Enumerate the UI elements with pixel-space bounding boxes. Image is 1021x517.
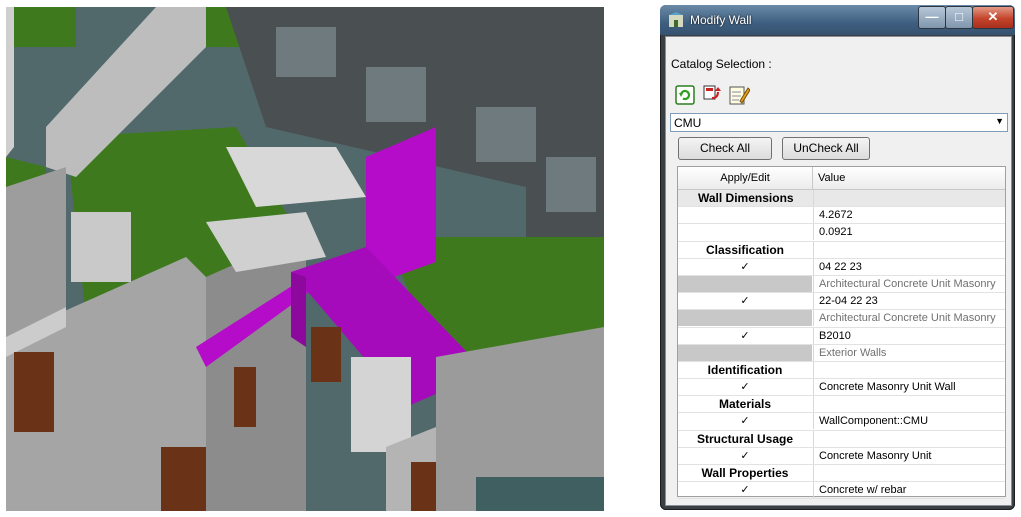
table-row[interactable]: ✓ 22-04 22 23 xyxy=(678,293,1005,311)
row-value[interactable] xyxy=(813,430,1011,447)
table-row[interactable]: Architectural Concrete Unit Masonry xyxy=(678,310,1005,328)
grid-section-row[interactable]: Identification xyxy=(678,361,1005,380)
row-label: Wall Properties xyxy=(701,466,789,480)
grid-section-row[interactable]: Structural Usage xyxy=(678,430,1005,448)
uncheck-all-button[interactable]: UnCheck All xyxy=(782,137,870,160)
check-mark-icon[interactable]: ✓ xyxy=(678,379,812,395)
maximize-icon: □ xyxy=(955,9,963,24)
column-apply-edit[interactable]: Apply/Edit xyxy=(678,172,812,184)
grid-section-row[interactable]: Materials xyxy=(678,396,1005,414)
row-value[interactable]: Concrete w/ rebar xyxy=(813,482,1011,499)
row-value[interactable]: 04 22 23 xyxy=(813,258,1011,275)
title-bar[interactable]: Modify Wall — □ ✕ xyxy=(660,5,1015,35)
table-row[interactable]: 4.2672 xyxy=(678,207,1005,225)
check-mark-icon[interactable]: ✓ xyxy=(678,482,812,498)
row-value[interactable]: Exterior Walls xyxy=(813,344,1011,361)
row-value[interactable] xyxy=(813,190,1011,206)
row-label xyxy=(678,207,812,223)
row-label xyxy=(678,310,812,327)
row-value[interactable] xyxy=(813,396,1011,413)
row-label xyxy=(678,224,812,240)
minimize-button[interactable]: — xyxy=(918,6,946,29)
row-value[interactable]: B2010 xyxy=(813,327,1011,344)
row-value[interactable]: WallComponent::CMU xyxy=(813,413,1011,430)
refresh-icon[interactable] xyxy=(674,84,696,106)
properties-grid[interactable]: Apply/Edit Value Wall Dimensions 4.2672 0.… xyxy=(677,166,1006,500)
check-all-button[interactable]: Check All xyxy=(678,137,772,160)
row-value[interactable] xyxy=(813,241,1011,258)
check-mark-icon[interactable]: ✓ xyxy=(678,328,812,344)
row-value[interactable]: 0.0921 xyxy=(813,224,1011,241)
table-row[interactable]: ✓ B2010 xyxy=(678,327,1005,345)
row-label: Classification xyxy=(705,242,785,257)
row-value[interactable]: Concrete Masonry Unit xyxy=(813,447,1011,464)
row-label: Materials xyxy=(718,397,772,412)
row-value[interactable]: 22-04 22 23 xyxy=(813,293,1011,310)
catalog-selection-label: Catalog Selection : xyxy=(671,57,772,71)
row-value[interactable]: Architectural Concrete Unit Masonry xyxy=(813,275,1011,292)
app-icon xyxy=(669,12,683,27)
table-row[interactable]: ✓ Concrete Masonry Unit xyxy=(678,447,1005,465)
row-label: Wall Dimensions xyxy=(698,191,794,205)
row-value[interactable]: Architectural Concrete Unit Masonry xyxy=(813,310,1011,327)
row-label xyxy=(678,344,812,361)
check-mark-icon[interactable]: ✓ xyxy=(678,293,812,309)
catalog-combo-value: CMU xyxy=(674,116,702,130)
row-value[interactable]: 4.2672 xyxy=(813,207,1011,224)
building-model xyxy=(6,7,604,511)
table-row[interactable]: 0.0921 xyxy=(678,224,1005,242)
catalog-combo[interactable]: CMU ▼ xyxy=(670,113,1008,132)
dialog-client: Catalog Selection : CMU ▼ Check All UnCh… xyxy=(665,36,1012,506)
table-row[interactable]: Exterior Walls xyxy=(678,344,1005,362)
row-label: Structural Usage xyxy=(696,431,794,446)
grid-header: Apply/Edit Value xyxy=(678,167,1005,190)
row-label: Identification xyxy=(707,362,783,377)
3d-viewport[interactable] xyxy=(6,7,604,511)
chevron-down-icon[interactable]: ▼ xyxy=(995,116,1004,126)
grid-rows: Wall Dimensions 4.2672 0.0921 Classificatio… xyxy=(678,190,1005,500)
check-mark-icon[interactable]: ✓ xyxy=(678,448,812,464)
table-row[interactable]: ✓ Concrete Masonry Unit Wall xyxy=(678,379,1005,397)
edit-icon[interactable] xyxy=(728,84,750,106)
table-row[interactable]: ✓ WallComponent::CMU xyxy=(678,413,1005,431)
row-value[interactable]: Concrete Masonry Unit Wall xyxy=(813,379,1011,396)
grid-section-row[interactable]: Classification xyxy=(678,241,1005,259)
close-button[interactable]: ✕ xyxy=(972,6,1014,29)
close-icon: ✕ xyxy=(987,9,999,24)
row-value[interactable] xyxy=(813,361,1011,378)
minimize-icon: — xyxy=(925,9,939,24)
table-row[interactable]: ✓ 04 22 23 xyxy=(678,258,1005,276)
check-mark-icon[interactable]: ✓ xyxy=(678,259,812,275)
row-label xyxy=(678,275,812,292)
row-value[interactable] xyxy=(813,465,1011,481)
dialog-title: Modify Wall xyxy=(690,13,752,27)
export-icon[interactable] xyxy=(702,84,724,106)
column-divider xyxy=(812,167,813,189)
modify-wall-dialog: Modify Wall — □ ✕ Catalog Selection : CM… xyxy=(660,5,1015,510)
grid-section-row[interactable]: Wall Properties xyxy=(678,465,1005,483)
column-value[interactable]: Value xyxy=(818,172,845,184)
check-mark-icon[interactable]: ✓ xyxy=(678,413,812,429)
table-row[interactable]: Architectural Concrete Unit Masonry xyxy=(678,275,1005,294)
maximize-button[interactable]: □ xyxy=(945,6,973,29)
table-row[interactable]: ✓ Concrete w/ rebar xyxy=(678,482,1005,500)
grid-section-row[interactable]: Wall Dimensions xyxy=(678,190,1005,208)
